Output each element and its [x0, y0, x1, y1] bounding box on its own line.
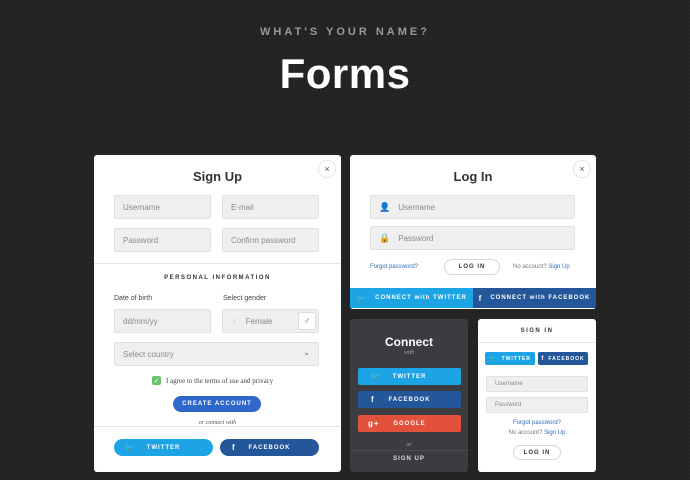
connect-twitter-button[interactable]: 🐦 TWITTER [358, 368, 461, 385]
connect-twitter-label: TWITTER [392, 373, 427, 380]
connect-with: with [403, 350, 415, 356]
user-icon: 👤 [379, 201, 391, 212]
signin-twitter-label: TWITTER [501, 355, 531, 362]
dob-placeholder: dd/mm/yy [123, 316, 158, 326]
chevron-down-icon: ⌄ [303, 348, 310, 357]
signup-confirm-password-field[interactable]: Confirm password [222, 228, 319, 252]
country-select[interactable]: Select country ⌄ [114, 342, 319, 366]
facebook-icon: f [371, 395, 375, 404]
terms-row: ✓ I agree to the terms of use and privac… [152, 376, 273, 385]
signin-signup-link[interactable]: Sign Up [544, 430, 565, 436]
signin-twitter-button[interactable]: 🐦 TWITTER [485, 352, 535, 365]
login-username-placeholder: Username [398, 202, 436, 212]
login-twitter-label: CONNECT with TWITTER [375, 295, 467, 301]
signin-login-button[interactable]: LOG IN [513, 445, 561, 460]
login-card: × Log In 👤 Username 🔒 Password Forgot pa… [350, 155, 596, 309]
facebook-icon: f [232, 443, 236, 452]
signin-password-placeholder: Password [495, 402, 522, 408]
login-button[interactable]: LOG IN [444, 259, 500, 275]
google-plus-icon: g+ [368, 419, 380, 428]
male-icon: ♂ [303, 315, 311, 327]
twitter-icon: 🐦 [370, 372, 381, 381]
terms-text: I agree to the terms of use and privacy [166, 376, 274, 385]
signup-username-field[interactable]: Username [114, 195, 211, 219]
signup-password-field[interactable]: Password [114, 228, 211, 252]
check-icon: ✓ [153, 377, 160, 385]
signin-no-account-row: No account? Sign Up [478, 430, 596, 436]
gender-field[interactable]: ♀ Female ♂ [222, 309, 319, 333]
no-account-text: No account? [513, 264, 547, 270]
gender-label: Select gender [223, 295, 267, 302]
login-signup-link[interactable]: Sign Up [548, 264, 569, 270]
facebook-icon: f [478, 293, 483, 303]
signup-facebook-button[interactable]: f FACEBOOK [220, 439, 319, 456]
twitter-icon: 🐦 [489, 356, 498, 362]
signin-password-field[interactable]: Password [486, 397, 588, 413]
connect-divider [350, 450, 468, 451]
signup-twitter-label: TWITTER [146, 444, 181, 451]
female-icon: ♀ [231, 316, 238, 326]
signin-facebook-label: FACEBOOK [548, 355, 585, 362]
connect-signup-button[interactable]: SIGN UP [350, 456, 468, 462]
signup-divider-bottom [94, 426, 341, 427]
connect-facebook-button[interactable]: f FACEBOOK [358, 391, 461, 408]
connect-with-label: or connect with [198, 420, 237, 426]
signin-no-account-text: No account? [508, 430, 543, 436]
twitter-icon: 🐦 [356, 293, 368, 303]
signin-divider [478, 342, 596, 343]
signin-username-placeholder: Username [495, 381, 523, 387]
signin-title: SIGN IN [520, 328, 554, 334]
signin-card: SIGN IN 🐦 TWITTER f FACEBOOK Username Pa… [478, 319, 596, 472]
login-title: Log In [453, 169, 493, 184]
page-title: Forms [279, 50, 411, 97]
male-toggle[interactable]: ♂ [298, 312, 316, 330]
signup-twitter-button[interactable]: 🐦 TWITTER [114, 439, 213, 456]
signup-card: × Sign Up Username E-mail Password Confi… [94, 155, 341, 472]
page-kicker: WHAT'S YOUR NAME? [260, 26, 430, 38]
facebook-icon: f [541, 355, 545, 362]
connect-google-label: GOOGLE [393, 420, 426, 427]
connect-or: or [406, 442, 412, 448]
signin-username-field[interactable]: Username [486, 376, 588, 392]
username-placeholder: Username [123, 202, 160, 212]
connect-title: Connect [385, 335, 433, 349]
login-no-account: No account? Sign Up [513, 264, 570, 270]
login-facebook-label: CONNECT with FACEBOOK [490, 295, 591, 301]
lock-icon: 🔒 [379, 232, 391, 243]
login-facebook-button[interactable]: f CONNECT with FACEBOOK [473, 288, 596, 308]
login-password-field[interactable]: 🔒 Password [370, 226, 575, 250]
create-account-button[interactable]: CREATE ACCOUNT [173, 396, 261, 412]
signup-title: Sign Up [192, 169, 243, 184]
login-twitter-button[interactable]: 🐦 CONNECT with TWITTER [350, 288, 473, 308]
connect-google-button[interactable]: g+ GOOGLE [358, 415, 461, 432]
connect-card: Connect with 🐦 TWITTER f FACEBOOK g+ GOO… [350, 319, 468, 472]
login-password-placeholder: Password [398, 233, 434, 243]
country-placeholder: Select country [123, 349, 174, 359]
dob-label: Date of birth [114, 295, 153, 302]
signin-facebook-button[interactable]: f FACEBOOK [538, 352, 588, 365]
signup-facebook-label: FACEBOOK [248, 444, 291, 451]
signup-email-field[interactable]: E-mail [222, 195, 319, 219]
login-username-field[interactable]: 👤 Username [370, 195, 575, 219]
password-placeholder: Password [123, 235, 159, 245]
twitter-icon: 🐦 [124, 443, 135, 452]
personal-info-label: PERSONAL INFORMATION [164, 275, 271, 281]
signup-divider-top [94, 263, 341, 264]
email-placeholder: E-mail [231, 202, 254, 212]
signin-forgot-link[interactable]: Forgot password? [478, 420, 596, 426]
gender-value: Female [245, 316, 273, 326]
connect-facebook-label: FACEBOOK [388, 396, 431, 403]
confirm-password-placeholder: Confirm password [231, 235, 296, 245]
login-forgot-link[interactable]: Forgot password? [370, 264, 418, 270]
terms-checkbox[interactable]: ✓ [152, 376, 161, 385]
dob-field[interactable]: dd/mm/yy [114, 309, 211, 333]
